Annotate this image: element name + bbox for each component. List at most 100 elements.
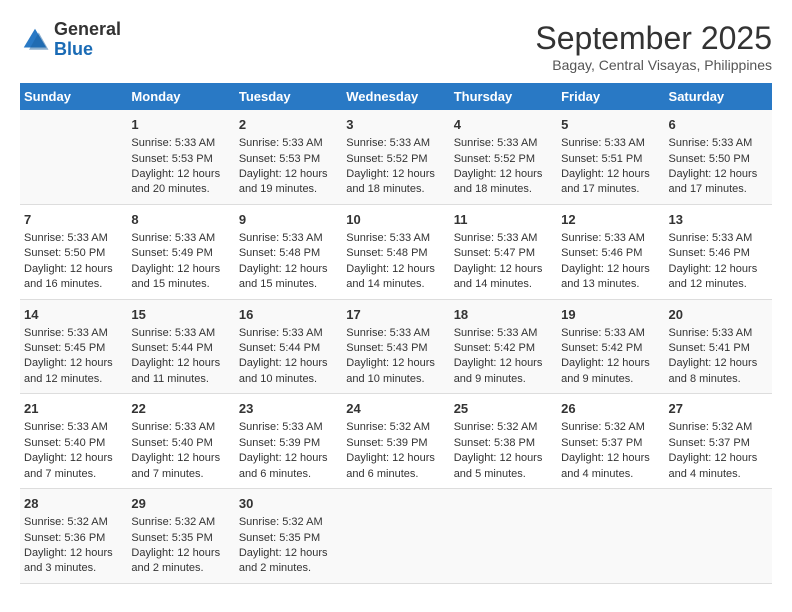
logo: General Blue: [20, 20, 121, 60]
cell-text: Sunrise: 5:33 AM: [454, 326, 553, 341]
cell-text: Sunrise: 5:33 AM: [131, 420, 230, 435]
cell-text: Sunrise: 5:33 AM: [669, 326, 768, 341]
cell-text: and 7 minutes.: [24, 467, 123, 482]
cell-text: Sunrise: 5:32 AM: [239, 515, 338, 530]
cell-text: and 10 minutes.: [239, 372, 338, 387]
cell-text: Daylight: 12 hours: [669, 451, 768, 466]
day-number: 10: [346, 211, 445, 229]
cell-text: Sunrise: 5:33 AM: [454, 231, 553, 246]
day-number: 18: [454, 306, 553, 324]
cell-text: and 11 minutes.: [131, 372, 230, 387]
day-number: 3: [346, 116, 445, 134]
cell-text: and 5 minutes.: [454, 467, 553, 482]
cell-text: Daylight: 12 hours: [24, 356, 123, 371]
day-number: 23: [239, 400, 338, 418]
day-number: 30: [239, 495, 338, 513]
cell-text: Daylight: 12 hours: [131, 451, 230, 466]
calendar-cell: [665, 489, 772, 584]
cell-text: Sunrise: 5:33 AM: [239, 231, 338, 246]
cell-text: Sunset: 5:53 PM: [131, 152, 230, 167]
calendar-cell: [20, 110, 127, 204]
cell-text: Daylight: 12 hours: [561, 356, 660, 371]
cell-text: Sunrise: 5:33 AM: [561, 136, 660, 151]
day-number: 16: [239, 306, 338, 324]
calendar-cell: 22Sunrise: 5:33 AMSunset: 5:40 PMDayligh…: [127, 394, 234, 489]
cell-text: Daylight: 12 hours: [239, 546, 338, 561]
cell-text: Daylight: 12 hours: [346, 167, 445, 182]
cell-text: Sunrise: 5:33 AM: [669, 231, 768, 246]
location-subtitle: Bagay, Central Visayas, Philippines: [535, 57, 772, 73]
cell-text: Sunrise: 5:32 AM: [346, 420, 445, 435]
cell-text: and 17 minutes.: [561, 182, 660, 197]
cell-text: Sunset: 5:46 PM: [669, 246, 768, 261]
calendar-cell: 27Sunrise: 5:32 AMSunset: 5:37 PMDayligh…: [665, 394, 772, 489]
cell-text: Sunset: 5:39 PM: [346, 436, 445, 451]
calendar-cell: 13Sunrise: 5:33 AMSunset: 5:46 PMDayligh…: [665, 204, 772, 299]
cell-text: Daylight: 12 hours: [454, 356, 553, 371]
calendar-cell: 17Sunrise: 5:33 AMSunset: 5:43 PMDayligh…: [342, 299, 449, 394]
header-cell-tuesday: Tuesday: [235, 83, 342, 110]
cell-text: and 9 minutes.: [454, 372, 553, 387]
cell-text: Sunset: 5:44 PM: [239, 341, 338, 356]
day-number: 20: [669, 306, 768, 324]
day-number: 21: [24, 400, 123, 418]
cell-text: Sunset: 5:40 PM: [131, 436, 230, 451]
cell-text: Daylight: 12 hours: [131, 262, 230, 277]
cell-text: Sunset: 5:45 PM: [24, 341, 123, 356]
calendar-cell: [450, 489, 557, 584]
day-number: 11: [454, 211, 553, 229]
calendar-body: 1Sunrise: 5:33 AMSunset: 5:53 PMDaylight…: [20, 110, 772, 583]
day-number: 7: [24, 211, 123, 229]
day-number: 15: [131, 306, 230, 324]
cell-text: and 4 minutes.: [669, 467, 768, 482]
cell-text: and 12 minutes.: [24, 372, 123, 387]
cell-text: Daylight: 12 hours: [239, 167, 338, 182]
cell-text: Daylight: 12 hours: [561, 167, 660, 182]
cell-text: Sunset: 5:46 PM: [561, 246, 660, 261]
cell-text: Daylight: 12 hours: [669, 356, 768, 371]
calendar-cell: 1Sunrise: 5:33 AMSunset: 5:53 PMDaylight…: [127, 110, 234, 204]
cell-text: Sunset: 5:37 PM: [669, 436, 768, 451]
cell-text: Sunrise: 5:33 AM: [454, 136, 553, 151]
header-cell-thursday: Thursday: [450, 83, 557, 110]
cell-text: Sunset: 5:40 PM: [24, 436, 123, 451]
cell-text: Sunrise: 5:33 AM: [346, 326, 445, 341]
cell-text: and 6 minutes.: [239, 467, 338, 482]
logo-text: General Blue: [54, 20, 121, 60]
cell-text: Daylight: 12 hours: [239, 451, 338, 466]
cell-text: Daylight: 12 hours: [24, 546, 123, 561]
calendar-cell: 25Sunrise: 5:32 AMSunset: 5:38 PMDayligh…: [450, 394, 557, 489]
page-header: General Blue September 2025 Bagay, Centr…: [20, 20, 772, 73]
cell-text: Sunrise: 5:33 AM: [131, 326, 230, 341]
cell-text: Sunrise: 5:33 AM: [131, 231, 230, 246]
calendar-cell: 2Sunrise: 5:33 AMSunset: 5:53 PMDaylight…: [235, 110, 342, 204]
header-cell-monday: Monday: [127, 83, 234, 110]
calendar-cell: 18 Sunrise: 5:33 AMSunset: 5:42 PMDayligh…: [450, 299, 557, 394]
cell-text: Daylight: 12 hours: [239, 356, 338, 371]
calendar-header: SundayMondayTuesdayWednesdayThursdayFrid…: [20, 83, 772, 110]
calendar-cell: 24Sunrise: 5:32 AMSunset: 5:39 PMDayligh…: [342, 394, 449, 489]
calendar-cell: 11Sunrise: 5:33 AMSunset: 5:47 PMDayligh…: [450, 204, 557, 299]
cell-text: Sunset: 5:37 PM: [561, 436, 660, 451]
cell-text: Sunset: 5:52 PM: [346, 152, 445, 167]
cell-text: Sunrise: 5:33 AM: [561, 326, 660, 341]
day-number: 8: [131, 211, 230, 229]
month-title: September 2025: [535, 20, 772, 57]
calendar-cell: 6Sunrise: 5:33 AMSunset: 5:50 PMDaylight…: [665, 110, 772, 204]
cell-text: Sunset: 5:42 PM: [454, 341, 553, 356]
cell-text: Daylight: 12 hours: [669, 262, 768, 277]
cell-text: Sunset: 5:42 PM: [561, 341, 660, 356]
header-cell-friday: Friday: [557, 83, 664, 110]
cell-text: and 3 minutes.: [24, 561, 123, 576]
cell-text: Daylight: 12 hours: [561, 262, 660, 277]
cell-text: Sunrise: 5:32 AM: [454, 420, 553, 435]
cell-text: Sunset: 5:47 PM: [454, 246, 553, 261]
cell-text: and 15 minutes.: [131, 277, 230, 292]
calendar-cell: 26Sunrise: 5:32 AMSunset: 5:37 PMDayligh…: [557, 394, 664, 489]
cell-text: Sunset: 5:50 PM: [669, 152, 768, 167]
calendar-cell: 20Sunrise: 5:33 AMSunset: 5:41 PMDayligh…: [665, 299, 772, 394]
cell-text: Daylight: 12 hours: [346, 356, 445, 371]
calendar-cell: 21Sunrise: 5:33 AMSunset: 5:40 PMDayligh…: [20, 394, 127, 489]
calendar-cell: 5Sunrise: 5:33 AMSunset: 5:51 PMDaylight…: [557, 110, 664, 204]
calendar-cell: 7Sunrise: 5:33 AMSunset: 5:50 PMDaylight…: [20, 204, 127, 299]
